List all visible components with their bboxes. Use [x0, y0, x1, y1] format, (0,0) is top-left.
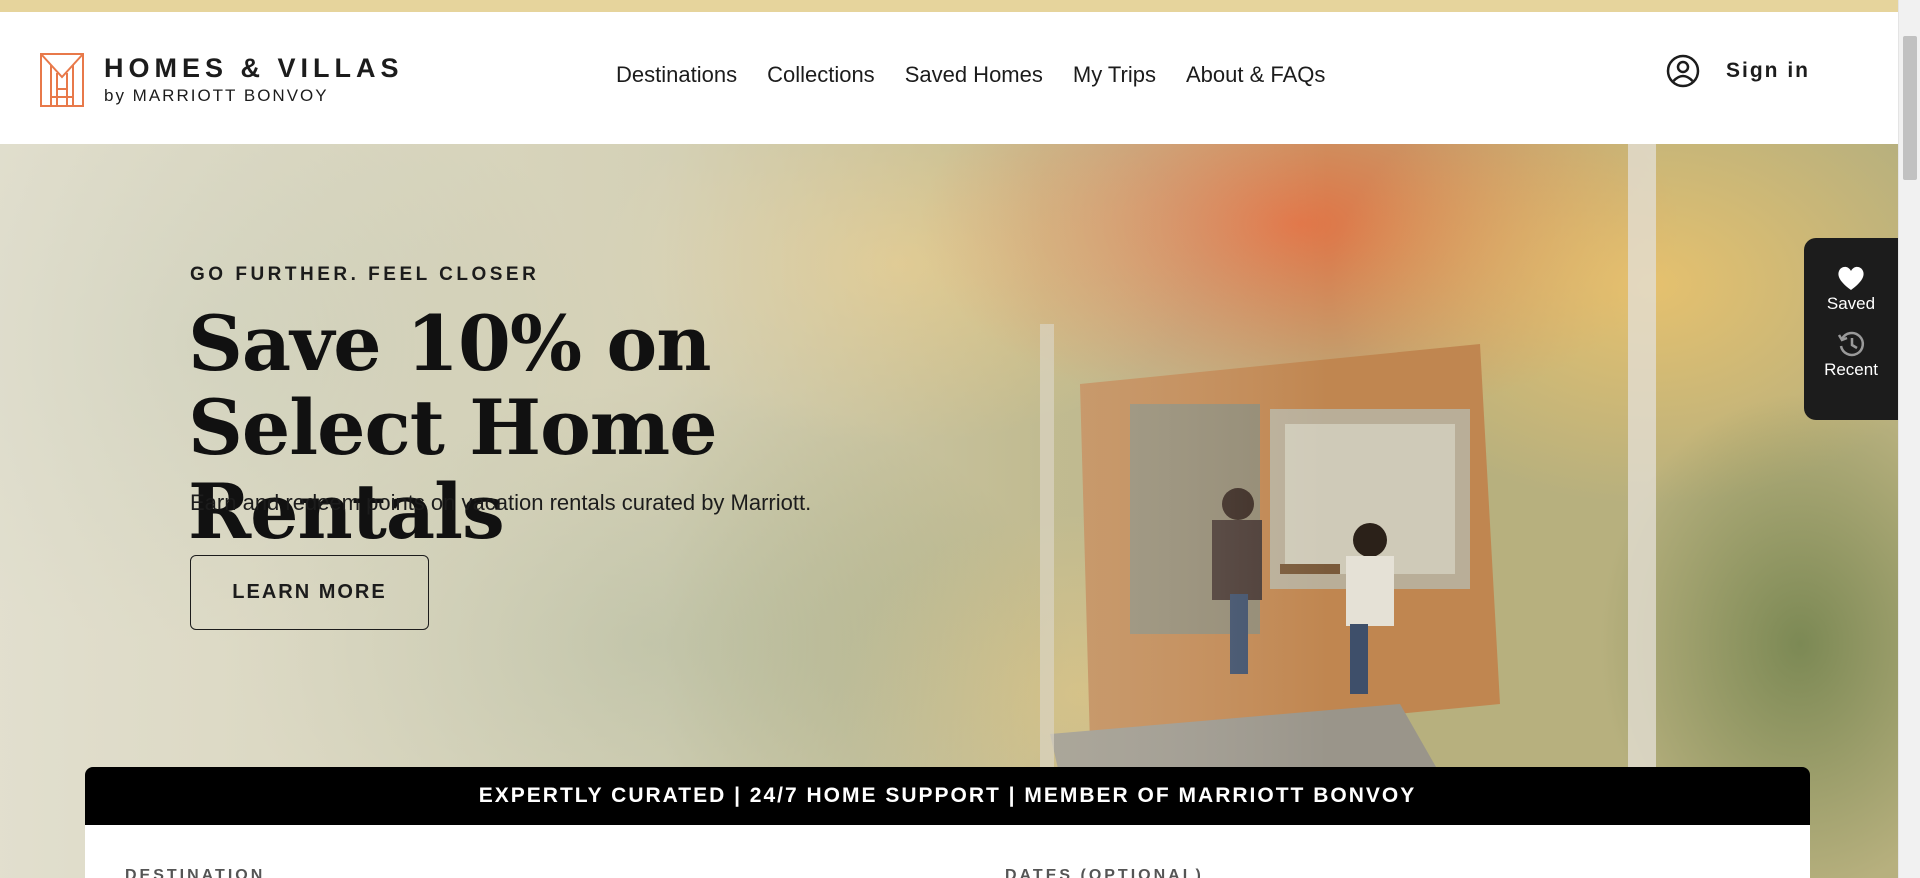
- nav-saved-homes[interactable]: Saved Homes: [905, 62, 1043, 88]
- logo-wordmark: HOMES & VILLAS: [104, 53, 404, 83]
- recent-button[interactable]: Recent: [1824, 330, 1878, 380]
- learn-more-button[interactable]: LEARN MORE: [190, 555, 429, 630]
- page-scrollbar[interactable]: [1898, 0, 1920, 878]
- usp-banner: EXPERTLY CURATED | 24/7 HOME SUPPORT | M…: [85, 767, 1810, 825]
- history-clock-icon: [1837, 331, 1865, 357]
- nav-about-faqs[interactable]: About & FAQs: [1186, 62, 1325, 88]
- brand-logo[interactable]: HOMES & VILLAS by MARRIOTT BONVOY: [40, 52, 410, 108]
- search-panel: DESTINATION DATES (OPTIONAL): [85, 825, 1810, 878]
- top-accent-strip: [0, 0, 1898, 12]
- main-nav: Destinations Collections Saved Homes My …: [616, 60, 1325, 90]
- dates-field-label: DATES (OPTIONAL): [1005, 867, 1204, 878]
- user-account-icon: [1666, 54, 1700, 88]
- nav-my-trips[interactable]: My Trips: [1073, 62, 1156, 88]
- saved-label: Saved: [1826, 294, 1876, 313]
- nav-collections[interactable]: Collections: [767, 62, 875, 88]
- logo-subline: by MARRIOTT BONVOY: [104, 86, 329, 105]
- scrollbar-thumb[interactable]: [1903, 36, 1917, 180]
- saved-recent-widget: Saved Recent: [1804, 238, 1898, 420]
- hero-subtext: Earn and redeem points on vacation renta…: [190, 490, 812, 515]
- nav-destinations[interactable]: Destinations: [616, 62, 737, 88]
- hero-headline: Save 10% on Select Home Rentals: [188, 299, 718, 556]
- recent-label: Recent: [1824, 360, 1878, 379]
- saved-button[interactable]: Saved: [1827, 264, 1875, 314]
- sign-in-button[interactable]: Sign in: [1666, 54, 1810, 88]
- homes-villas-logo-icon: [40, 53, 84, 107]
- sign-in-label: Sign in: [1726, 59, 1810, 82]
- site-header: HOMES & VILLAS by MARRIOTT BONVOY Destin…: [0, 12, 1898, 144]
- heart-icon: [1838, 266, 1864, 290]
- destination-field-label: DESTINATION: [125, 867, 266, 878]
- hero-eyebrow: GO FURTHER. FEEL CLOSER: [190, 264, 540, 285]
